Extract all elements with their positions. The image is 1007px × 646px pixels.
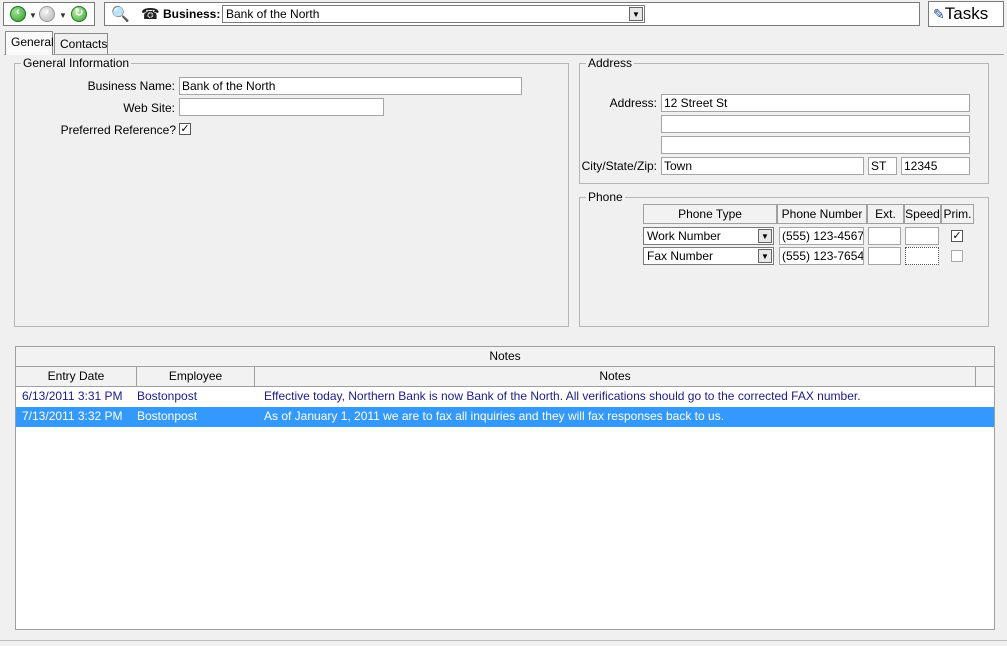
chevron-down-icon[interactable]: ▼ (758, 249, 772, 263)
tasks-label: Tasks (944, 4, 989, 23)
phone-number-field[interactable]: (555) 123-7654 (779, 247, 864, 265)
notes-title: Notes (16, 347, 994, 367)
phone-primary-checkbox[interactable]: ✓ (951, 230, 963, 242)
navigation-toolbar: ‹ ▼ › ▼ ↻ (3, 2, 95, 26)
table-row[interactable]: 6/13/2011 3:31 PM Bostonpost Effective t… (16, 387, 971, 407)
general-information-group: General Information Business Name: Bank … (14, 56, 569, 327)
preferred-reference-label: Preferred Reference? (60, 123, 176, 137)
tab-general[interactable]: General (5, 31, 54, 55)
address-legend: Address (586, 56, 635, 70)
general-information-legend: General Information (21, 56, 132, 70)
business-label: Business: (163, 7, 221, 21)
notes-grid: Notes Entry Date Employee Notes 6/13/201… (15, 346, 995, 630)
back-history-dropdown-icon[interactable]: ▼ (29, 11, 37, 20)
edit-pen-icon: ✎ (933, 6, 945, 22)
refresh-icon[interactable]: ↻ (71, 6, 87, 22)
search-icon[interactable]: 🔍 (111, 5, 130, 23)
header-filler (976, 367, 994, 387)
tab-general-label: General (11, 35, 54, 49)
phone-icon: ☎ (141, 6, 160, 23)
tasks-button[interactable]: ✎Tasks (928, 1, 1004, 27)
chevron-down-icon[interactable]: ▼ (629, 7, 643, 21)
tab-divider (4, 54, 1004, 55)
chevron-down-icon[interactable]: ▼ (758, 229, 772, 243)
forward-icon[interactable]: › (39, 6, 55, 22)
business-name-field[interactable]: Bank of the North (179, 77, 522, 95)
phone-type-dropdown[interactable]: Fax Number ▼ (643, 247, 774, 265)
phone-number-value: (555) 123-7654 (782, 249, 864, 263)
phone-ext-field[interactable] (868, 247, 901, 265)
note-cell: As of January 1, 2011 we are to fax all … (264, 409, 725, 423)
business-name-label: Business Name: (87, 79, 175, 93)
table-row-selected[interactable]: 7/13/2011 3:32 PM Bostonpost As of Janua… (16, 407, 994, 427)
phone-type-value: Fax Number (647, 249, 714, 263)
business-dropdown-value: Bank of the North (226, 7, 320, 21)
business-dropdown[interactable]: Bank of the North ▼ (222, 5, 645, 23)
state-value: ST (871, 159, 887, 173)
note-cell: Effective today, Northern Bank is now Ba… (264, 389, 861, 403)
address-line1-field[interactable]: 12 Street St (661, 94, 970, 112)
phone-speed-field[interactable] (905, 227, 939, 245)
tab-contacts[interactable]: Contacts (54, 33, 108, 54)
preferred-reference-checkbox[interactable]: ✓ (179, 123, 191, 135)
zip-field[interactable]: 12345 (901, 157, 970, 175)
entry-date-cell: 6/13/2011 3:31 PM (22, 389, 123, 403)
zip-value: 12345 (904, 159, 938, 173)
address-line1-value: 12 Street St (664, 96, 728, 110)
address-group: Address Address: 12 Street St City/State… (579, 56, 989, 184)
state-field[interactable]: ST (868, 157, 897, 175)
phone-primary-checkbox[interactable] (951, 250, 963, 262)
address-line2-field[interactable] (661, 115, 970, 133)
city-state-zip-label: City/State/Zip: (581, 159, 657, 173)
address-line3-field[interactable] (661, 136, 970, 154)
employee-header[interactable]: Employee (137, 367, 255, 387)
phone-speed-header[interactable]: Speed (904, 204, 941, 224)
tab-contacts-label: Contacts (60, 37, 108, 51)
business-selector-bar: 🔍 ☎ Business: Bank of the North ▼ (104, 2, 920, 26)
entry-date-header[interactable]: Entry Date (16, 367, 137, 387)
phone-ext-field[interactable] (868, 227, 901, 245)
web-site-label: Web Site: (123, 101, 175, 115)
phone-ext-header[interactable]: Ext. (867, 204, 904, 224)
phone-group: Phone Phone Type Phone Number Ext. Speed… (579, 190, 989, 327)
employee-cell: Bostonpost (137, 389, 198, 403)
bottom-divider (0, 640, 1007, 641)
phone-type-value: Work Number (647, 229, 721, 243)
entry-date-cell: 7/13/2011 3:32 PM (22, 409, 123, 423)
phone-speed-field[interactable] (905, 247, 939, 265)
forward-history-dropdown-icon[interactable]: ▼ (59, 11, 67, 20)
business-name-value: Bank of the North (182, 79, 276, 93)
phone-primary-header[interactable]: Prim. (941, 204, 974, 224)
city-value: Town (664, 159, 693, 173)
back-icon[interactable]: ‹ (10, 6, 26, 22)
phone-legend: Phone (586, 190, 625, 204)
notes-header[interactable]: Notes (255, 367, 976, 387)
phone-type-header[interactable]: Phone Type (643, 204, 777, 224)
address-label: Address: (609, 96, 657, 110)
city-field[interactable]: Town (661, 157, 864, 175)
phone-number-value: (555) 123-4567 (782, 229, 864, 243)
web-site-field[interactable] (179, 98, 384, 116)
phone-number-field[interactable]: (555) 123-4567 (779, 227, 864, 245)
phone-number-header[interactable]: Phone Number (777, 204, 867, 224)
phone-type-dropdown[interactable]: Work Number ▼ (643, 227, 774, 245)
employee-cell: Bostonpost (137, 409, 198, 423)
